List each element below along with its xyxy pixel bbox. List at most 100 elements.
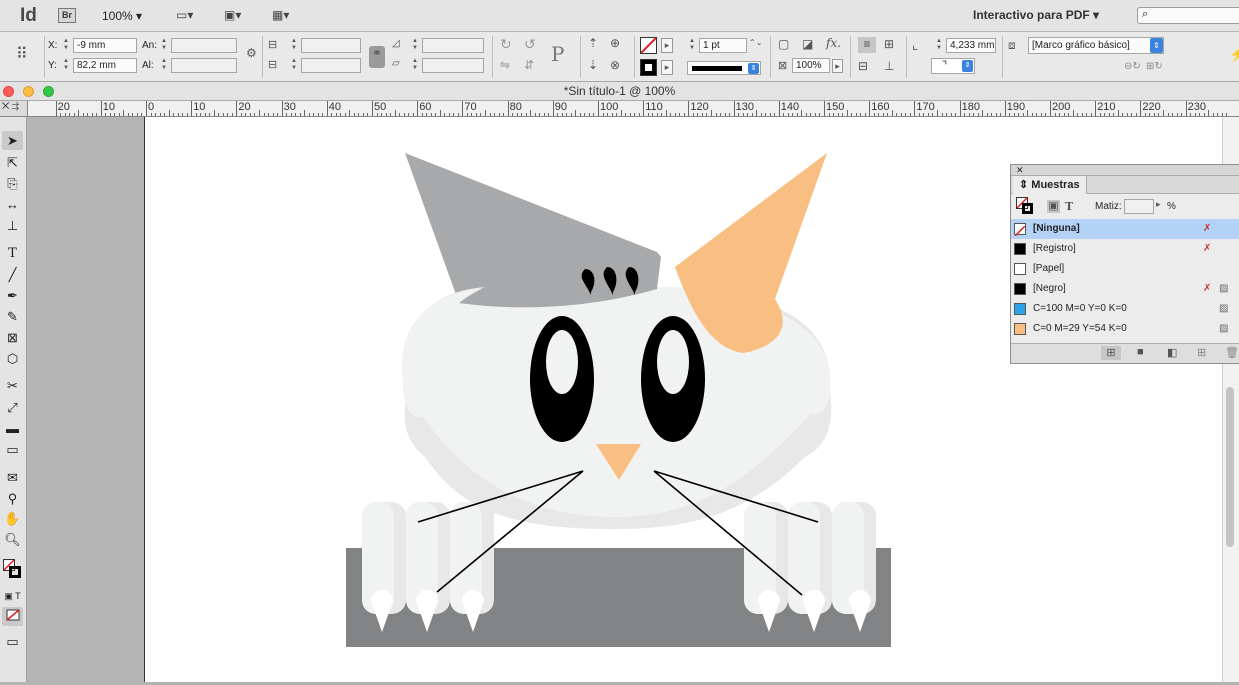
bridge-button[interactable]: Br (58, 8, 76, 23)
show-color-swatches-icon[interactable]: ■ (1137, 346, 1144, 358)
flip-v-icon[interactable]: ⇵ (524, 58, 534, 72)
stroke-weight-dropdown-icon[interactable]: ⌃⌄ (749, 38, 762, 47)
rotate-cw-icon[interactable]: ↻ (500, 36, 512, 53)
object-style-arrow-icon[interactable]: ⇕ (1150, 38, 1163, 53)
scroll-thumb[interactable] (1226, 387, 1234, 547)
scale-x-stepper[interactable]: ▲ ▼ (289, 38, 299, 53)
horizontal-ruler[interactable]: 20 10 0 10 20 30 40 50 60 70 80 90 100 110 120 130 140 15… (28, 101, 1239, 117)
free-transform-tool[interactable]: ⤢ (2, 398, 23, 417)
scale-x-field[interactable] (301, 38, 361, 53)
gap-tool[interactable]: ↔ (2, 195, 23, 214)
pencil-tool[interactable]: ✎ (2, 307, 23, 326)
direct-selection-tool[interactable]: ⇱ (2, 153, 23, 172)
y-stepper[interactable]: ▲ ▼ (61, 58, 71, 73)
tab-muestras[interactable]: ⇕ Muestras (1013, 176, 1087, 194)
indesign-logo[interactable]: Id (20, 5, 37, 27)
delete-swatch-icon[interactable]: 🗑︎ (1225, 346, 1239, 359)
gradient-feather-tool[interactable]: ▭ (2, 440, 23, 459)
fill-menu-arrow[interactable]: ▸ (661, 38, 673, 53)
stroke-weight-stepper[interactable]: ▲ ▼ (687, 38, 697, 53)
hand-tool[interactable]: ✋ (2, 509, 23, 528)
stroke-swatch[interactable] (9, 566, 21, 578)
polygon-tool[interactable]: ⬡ (2, 349, 23, 368)
workspace-switcher[interactable]: Interactivo para PDF ▾ (973, 8, 1099, 22)
gradient-swatch-tool[interactable]: ▬ (2, 419, 23, 438)
pen-tool[interactable]: ✒ (2, 286, 23, 305)
text-wrap-bbox-icon[interactable]: ⊞ (884, 37, 894, 51)
proportions-icon[interactable]: ⚙ (246, 46, 257, 60)
new-style-icon[interactable]: ⊞↻ (1146, 61, 1163, 72)
line-tool[interactable]: ╱ (2, 265, 23, 284)
reference-point-icon[interactable]: ⠿ (16, 44, 28, 64)
swatch-row[interactable]: C=100 M=0 Y=0 K=0 ▨ (1011, 299, 1239, 319)
zoom-tool[interactable]: 🔍︎ (2, 530, 23, 549)
flip-h-icon[interactable]: ⇋ (500, 58, 510, 72)
scale-y-field[interactable] (301, 58, 361, 73)
clear-overrides-icon[interactable]: ⊖↻ (1124, 61, 1141, 72)
opacity-menu-arrow[interactable]: ▸ (832, 59, 843, 73)
swatch-row[interactable]: [Registro] ✗ (1011, 239, 1239, 259)
rectangle-frame-tool[interactable]: ⊠ (2, 328, 23, 347)
page-tool[interactable]: ⎘ (2, 174, 23, 193)
select-previous-icon[interactable]: ⇣ (588, 58, 598, 72)
ruler-corner[interactable]: ⨉ ⇉ (0, 101, 28, 117)
height-field[interactable] (171, 58, 237, 73)
ref-width-stepper[interactable]: ▲ ▼ (934, 38, 944, 53)
select-content-icon[interactable]: ⊕ (610, 36, 620, 50)
shear-field[interactable] (422, 58, 484, 73)
panel-close-icon[interactable]: ✕ (1011, 165, 1239, 176)
swatch-row[interactable]: [Papel] (1011, 259, 1239, 279)
text-wrap-jump-icon[interactable]: ⊥ (884, 59, 894, 73)
fill-none-swatch[interactable] (640, 37, 657, 54)
note-tool[interactable]: ✉ (2, 468, 23, 487)
search-input[interactable]: ⌕ (1137, 7, 1239, 24)
content-collector-tool[interactable]: ⊥ (2, 216, 23, 235)
screen-mode-tool[interactable]: ▭ (2, 632, 23, 651)
tint-field[interactable] (1124, 199, 1154, 214)
width-stepper[interactable]: ▲ ▼ (159, 38, 169, 53)
lightning-icon[interactable]: ⚡ (1229, 46, 1239, 63)
stroke-type-dropdown[interactable]: ⇕ (687, 61, 761, 75)
left-eye-highlight[interactable] (546, 330, 578, 394)
corner-size-field[interactable]: 4,233 mm (946, 38, 996, 53)
text-wrap-none-icon[interactable]: ≡ (858, 37, 876, 53)
tint-menu-arrow[interactable]: ▸ (1156, 199, 1161, 210)
corner-shape-dropdown[interactable]: ⌝ ⇕ (931, 58, 975, 74)
scale-y-stepper[interactable]: ▲ ▼ (289, 58, 299, 73)
text-wrap-shape-icon[interactable]: ⊟ (858, 59, 868, 73)
opacity-field[interactable]: 100% (792, 58, 830, 73)
show-all-swatches-icon[interactable]: ⊞ (1101, 346, 1121, 360)
scissors-tool[interactable]: ✂ (2, 376, 23, 395)
paragraph-p-icon[interactable]: P (551, 42, 564, 66)
shear-stepper[interactable]: ▲ ▼ (410, 58, 420, 73)
screen-mode-icon[interactable]: ▣▾ (224, 8, 254, 24)
x-field[interactable]: -9 mm (73, 38, 137, 53)
stroke-weight-field[interactable]: 1 pt (699, 38, 747, 53)
select-container-icon[interactable]: ⇡ (588, 36, 598, 50)
constrain-link-icon[interactable]: ⚭ (369, 46, 385, 68)
selection-tool[interactable]: ➤ (2, 131, 23, 150)
drop-shadow-icon[interactable]: ▢ (778, 37, 789, 51)
formatting-container-icon[interactable]: ▣ T (2, 587, 23, 606)
rotate-ccw-icon[interactable]: ↺ (524, 36, 536, 53)
y-field[interactable]: 82,2 mm (73, 58, 137, 73)
stroke-swatch-mini[interactable] (1022, 203, 1033, 214)
width-field[interactable] (171, 38, 237, 53)
swatch-row[interactable]: [Ninguna] ✗ (1011, 219, 1239, 239)
height-stepper[interactable]: ▲ ▼ (159, 58, 169, 73)
formatting-container-icon[interactable]: ▣ (1047, 200, 1060, 213)
right-eye-highlight[interactable] (657, 330, 689, 394)
select-next-icon[interactable]: ⊗ (610, 58, 620, 72)
effects-shadow-icon[interactable]: ◪ (802, 37, 813, 51)
type-tool[interactable]: T (2, 244, 23, 263)
object-style-dropdown[interactable]: [Marco gráfico básico] (1028, 37, 1164, 54)
fx-icon[interactable]: fx. (826, 36, 841, 50)
stroke-black-swatch[interactable] (640, 59, 657, 76)
view-options-icon[interactable]: ▭▾ (176, 8, 206, 24)
x-stepper[interactable]: ▲ ▼ (61, 38, 71, 53)
arrange-documents-icon[interactable]: ▦▾ (272, 8, 302, 24)
zoom-level-dropdown[interactable]: 100% ▾ (102, 9, 142, 23)
new-swatch-icon[interactable]: ⊞ (1197, 346, 1206, 359)
stroke-menu-arrow[interactable]: ▸ (661, 60, 673, 75)
rotate-field[interactable] (422, 38, 484, 53)
